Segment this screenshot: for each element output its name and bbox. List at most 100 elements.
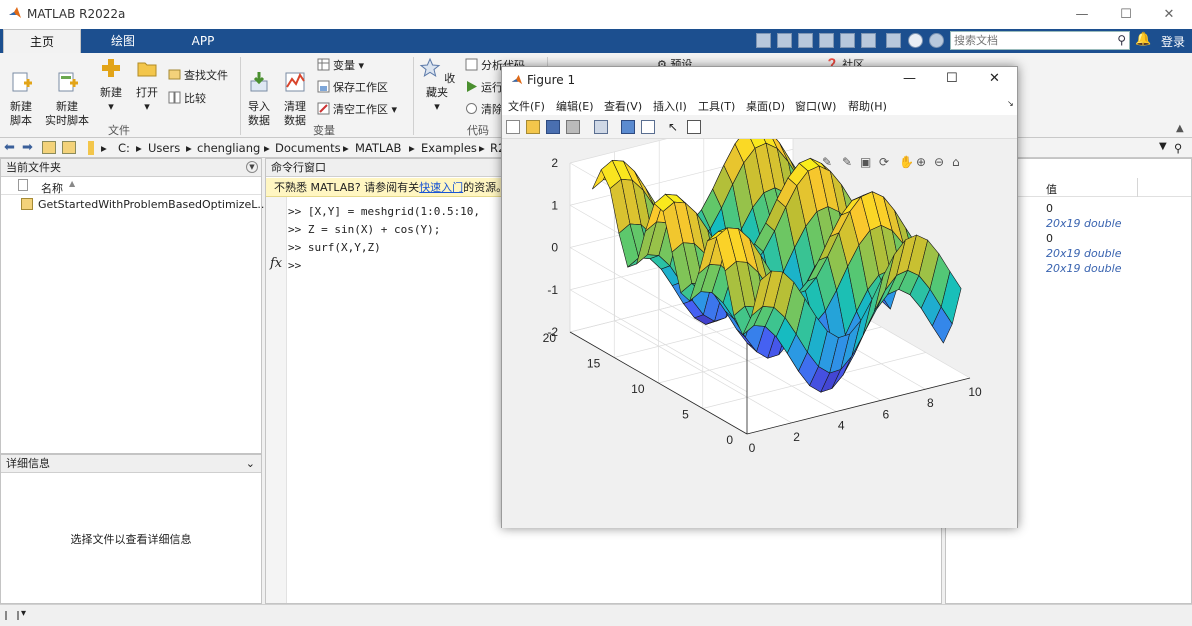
resize-grip-icon[interactable]	[5, 611, 19, 620]
favorites-button[interactable]: 收藏夹 ▾	[418, 57, 456, 114]
save-icon[interactable]	[756, 33, 771, 48]
matlab-logo-icon	[9, 7, 21, 18]
new-script-button[interactable]: 新建 脚本	[5, 57, 37, 128]
name-column-header[interactable]: 名称	[41, 180, 63, 196]
function-browser-icon[interactable]: fx	[270, 256, 282, 271]
figure-close-button[interactable]: ✕	[989, 71, 1000, 86]
search-icon[interactable]: ⚲	[1117, 33, 1126, 47]
figure-maximize-button[interactable]: ☐	[946, 71, 958, 86]
list-item[interactable]: GetStartedWithProblemBasedOptimizeL...	[1, 196, 268, 213]
breadcrumb-item[interactable]: chengliang	[197, 141, 260, 155]
new-live-script-button[interactable]: 新建 实时脚本	[41, 57, 93, 128]
up-folder-icon[interactable]	[42, 141, 56, 154]
login-link[interactable]: 登录	[1161, 33, 1185, 50]
copy-icon[interactable]	[798, 33, 813, 48]
forward-arrow-icon[interactable]: ➡	[22, 140, 33, 155]
workspace-value: 20x19 double	[1046, 217, 1122, 230]
menu-window[interactable]: 窗口(W)	[795, 98, 836, 114]
find-files-button[interactable]: 查找文件	[168, 68, 228, 83]
dock-figure-icon[interactable]: ↘	[1007, 99, 1014, 108]
search-box[interactable]: ⚲	[950, 31, 1130, 50]
clean-data-button[interactable]: 清理 数据	[280, 57, 310, 128]
chevron-down-icon: ▾	[434, 100, 440, 113]
menu-file[interactable]: 文件(F)	[508, 98, 545, 114]
details-header: 详细信息 ⌄	[1, 455, 261, 473]
variable-button[interactable]: 变量 ▾	[317, 58, 364, 73]
chevron-down-icon: ▾	[108, 100, 114, 113]
menu-tools[interactable]: 工具(T)	[698, 98, 735, 114]
undo-icon[interactable]	[840, 33, 855, 48]
cut-icon[interactable]	[777, 33, 792, 48]
open-button[interactable]: 打开 ▾	[133, 57, 161, 114]
quick-start-link[interactable]: 快速入门	[419, 181, 463, 194]
x-tick-label: 6	[882, 407, 889, 421]
help-icon[interactable]	[908, 33, 923, 48]
figure-minimize-button[interactable]: —	[903, 71, 916, 86]
menu-view[interactable]: 查看(V)	[604, 98, 642, 114]
options-icon[interactable]	[929, 33, 944, 48]
insert-legend-icon[interactable]	[641, 120, 655, 134]
zoom-out-icon[interactable]: ⊖	[934, 155, 944, 169]
command-prompt[interactable]: >>	[288, 259, 301, 272]
datatip-icon[interactable]: ▣	[860, 155, 871, 169]
menu-insert[interactable]: 插入(I)	[653, 98, 687, 114]
minimize-button[interactable]: —	[1059, 0, 1105, 29]
maximize-button[interactable]: ☐	[1103, 0, 1149, 29]
menu-help[interactable]: 帮助(H)	[848, 98, 887, 114]
breadcrumb-item[interactable]: MATLAB	[355, 141, 401, 155]
save-figure-icon[interactable]	[546, 120, 560, 134]
value-column-header[interactable]: 值	[1046, 181, 1057, 197]
clear-commands-button[interactable]: 清除	[465, 102, 503, 117]
insert-colorbar-icon[interactable]	[621, 120, 635, 134]
menu-desktop[interactable]: 桌面(D)	[746, 98, 785, 114]
browse-folder-icon[interactable]	[62, 141, 76, 154]
workspace-value: 0	[1046, 232, 1053, 245]
chevron-right-icon: ▸	[186, 141, 192, 155]
print-icon[interactable]	[566, 120, 580, 134]
clear-workspace-button[interactable]: 清空工作区 ▾	[317, 102, 397, 117]
folder-icon	[88, 141, 94, 155]
run-button[interactable]: 运行	[465, 80, 503, 95]
find-files-icon	[168, 69, 181, 80]
compare-button[interactable]: 比较	[168, 91, 206, 106]
tab-apps[interactable]: APP	[170, 29, 236, 53]
search-input[interactable]	[951, 32, 1106, 49]
notification-bell-icon[interactable]: 🔔	[1135, 32, 1151, 47]
address-dropdown-icon[interactable]: ▼	[1159, 141, 1167, 152]
rotate-3d-icon[interactable]: ⟳	[879, 155, 889, 169]
menu-edit[interactable]: 编辑(E)	[556, 98, 594, 114]
search-folder-icon[interactable]: ⚲	[1174, 141, 1182, 155]
property-inspector-icon[interactable]	[687, 120, 701, 134]
y-tick-label: 0	[726, 433, 733, 447]
breadcrumb-item[interactable]: Documents	[275, 141, 341, 155]
surface-plot: ✎ ✎ ▣ ⟳ ✋ ⊕ ⊖ ⌂ 024681005101520-2-1012	[543, 106, 982, 455]
breadcrumb-item[interactable]: Examples	[421, 141, 477, 155]
status-dropdown-icon[interactable]: ▾	[21, 608, 26, 619]
link-plot-icon[interactable]	[594, 120, 608, 134]
breadcrumb-item[interactable]: C:	[118, 141, 130, 155]
new-button[interactable]: 新建 ▾	[97, 57, 125, 114]
breadcrumb-item[interactable]: Users	[148, 141, 180, 155]
open-file-icon[interactable]	[526, 120, 540, 134]
paste-icon[interactable]	[819, 33, 834, 48]
collapse-ribbon-icon[interactable]: ▲	[1176, 123, 1184, 134]
close-button[interactable]: ✕	[1146, 0, 1192, 29]
chevron-down-icon[interactable]: ⌄	[246, 455, 255, 473]
switch-windows-icon[interactable]	[886, 33, 901, 48]
restore-view-home-icon[interactable]: ⌂	[952, 155, 960, 169]
figure-title-bar: Figure 1 — ☐ ✕	[502, 67, 1017, 95]
figure-toolbar: ↖	[502, 115, 1017, 139]
back-arrow-icon[interactable]: ⬅	[4, 140, 15, 155]
edit-plot-pointer-icon[interactable]: ↖	[668, 120, 682, 134]
zoom-in-icon[interactable]: ⊕	[916, 155, 926, 169]
new-script-icon	[12, 72, 32, 92]
brush-icon[interactable]: ✎	[842, 155, 852, 169]
tab-home[interactable]: 主页	[3, 29, 81, 53]
redo-icon[interactable]	[861, 33, 876, 48]
save-workspace-button[interactable]: 保存工作区	[317, 80, 388, 95]
tab-plots[interactable]: 绘图	[90, 29, 156, 53]
panel-options-icon[interactable]: ▼	[246, 161, 258, 173]
import-data-button[interactable]: 导入 数据	[244, 57, 274, 128]
pan-hand-icon[interactable]: ✋	[899, 155, 914, 169]
new-figure-icon[interactable]	[506, 120, 520, 134]
